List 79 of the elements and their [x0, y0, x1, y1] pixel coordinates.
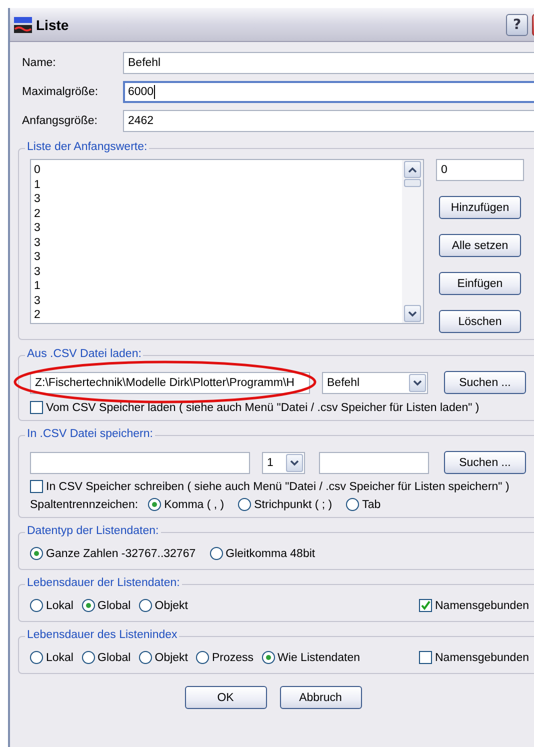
radio-button[interactable]: [210, 547, 223, 560]
radio-label: Prozess: [212, 652, 254, 664]
list-item[interactable]: 3: [34, 236, 399, 250]
radio-label: Ganze Zahlen -32767..32767: [46, 548, 196, 560]
radio-label: Objekt: [154, 600, 188, 612]
action-button[interactable]: Löschen: [439, 310, 521, 333]
action-button[interactable]: Hinzufügen: [439, 196, 521, 219]
group-title: Aus .CSV Datei laden:: [25, 348, 144, 360]
group-title: Datentyp der Listendaten:: [25, 525, 161, 537]
checkbox[interactable]: [30, 401, 43, 414]
checkbox-label: In CSV Speicher schreiben ( siehe auch Menü "Datei / .csv Speicher für Listen speichern" ): [46, 480, 510, 492]
radio-button[interactable]: [30, 599, 43, 612]
radio-button[interactable]: [82, 651, 94, 664]
radio-label: Tab: [362, 498, 381, 510]
list-item[interactable]: 3: [34, 192, 399, 206]
group-title: Lebensdauer des Listenindex: [25, 629, 180, 641]
radio-button[interactable]: [30, 651, 43, 664]
search-button[interactable]: Suchen ...: [444, 371, 526, 394]
number-dropdown[interactable]: 1: [262, 452, 305, 474]
text-field[interactable]: 2462: [123, 110, 534, 132]
help-button[interactable]: ?: [506, 14, 528, 36]
window-title: Liste: [36, 16, 70, 32]
file-field[interactable]: [30, 452, 250, 474]
radio-label: Global: [98, 600, 131, 612]
list-item[interactable]: 3: [34, 250, 399, 264]
radio-button[interactable]: [346, 498, 360, 511]
checkbox[interactable]: [30, 480, 43, 493]
text-field[interactable]: 6000: [123, 81, 534, 103]
radio-button[interactable]: [262, 651, 275, 664]
radio-label: Global: [98, 652, 131, 664]
text-field[interactable]: Befehl: [123, 52, 534, 74]
scroll-thumb[interactable]: [404, 179, 421, 187]
radio-label: Lokal: [46, 652, 74, 664]
checkbox-label: Vom CSV Speicher laden ( siehe auch Menü "Datei / .csv Speicher für Listen laden" ): [46, 402, 480, 414]
radio-label: Objekt: [154, 652, 188, 664]
list-item[interactable]: 0: [34, 163, 399, 178]
radio-label: Strichpunkt ( ; ): [254, 498, 332, 510]
radio-button[interactable]: [238, 498, 252, 511]
scrollbar[interactable]: [402, 160, 423, 323]
radio-label: Gleitkomma 48bit: [226, 548, 316, 560]
radio-button[interactable]: [138, 651, 152, 664]
group-title: Lebensdauer der Listendaten:: [25, 577, 182, 589]
list-item[interactable]: 1: [34, 178, 399, 192]
value-list[interactable]: 0 1 3 2 3 3 3 3 1 3 2: [30, 159, 424, 324]
dialog-button[interactable]: OK: [184, 686, 266, 709]
checkmark-icon: [420, 600, 431, 611]
list-item[interactable]: 3: [34, 264, 399, 279]
path-field[interactable]: Z:\Fischertechnik\Modelle Dirk\Plotter\Programm\H: [30, 372, 310, 394]
radio-button[interactable]: [30, 547, 43, 560]
field-label: Maximalgröße:: [22, 86, 100, 98]
separator-label: Spaltentrennzeichen:: [30, 498, 138, 510]
field-label: Anfangsgröße:: [22, 115, 98, 127]
radio-label: Wie Listendaten: [278, 652, 360, 664]
list-dropdown[interactable]: Befehl: [322, 372, 428, 394]
group-title: Liste der Anfangswerte:: [25, 141, 150, 153]
app-logo-icon: [14, 16, 32, 32]
value-field[interactable]: 0: [436, 159, 524, 181]
search-button[interactable]: Suchen ...: [444, 451, 526, 474]
radio-label: Komma ( , ): [164, 498, 224, 510]
list-item[interactable]: 2: [34, 308, 399, 322]
radio-label: Lokal: [46, 600, 74, 612]
radio-button[interactable]: [82, 599, 94, 612]
action-button[interactable]: Einfügen: [439, 272, 521, 295]
checkbox[interactable]: [419, 599, 432, 612]
field-label: Name:: [22, 57, 57, 69]
group-title: In .CSV Datei speichern:: [25, 428, 155, 440]
list-item[interactable]: 2: [34, 206, 399, 221]
dialog-button[interactable]: Abbruch: [280, 686, 362, 709]
radio-button[interactable]: [148, 498, 162, 511]
list-item[interactable]: 1: [34, 279, 399, 294]
text-field[interactable]: [319, 452, 429, 474]
radio-button[interactable]: [138, 599, 152, 612]
radio-button[interactable]: [196, 651, 209, 664]
list-item[interactable]: 3: [34, 294, 399, 308]
checkbox-label: Namensgebunden: [435, 600, 529, 612]
checkbox[interactable]: [419, 651, 432, 664]
checkbox-label: Namensgebunden: [435, 652, 529, 664]
list-item[interactable]: 3: [34, 221, 399, 236]
action-button[interactable]: Alle setzen: [439, 234, 521, 257]
